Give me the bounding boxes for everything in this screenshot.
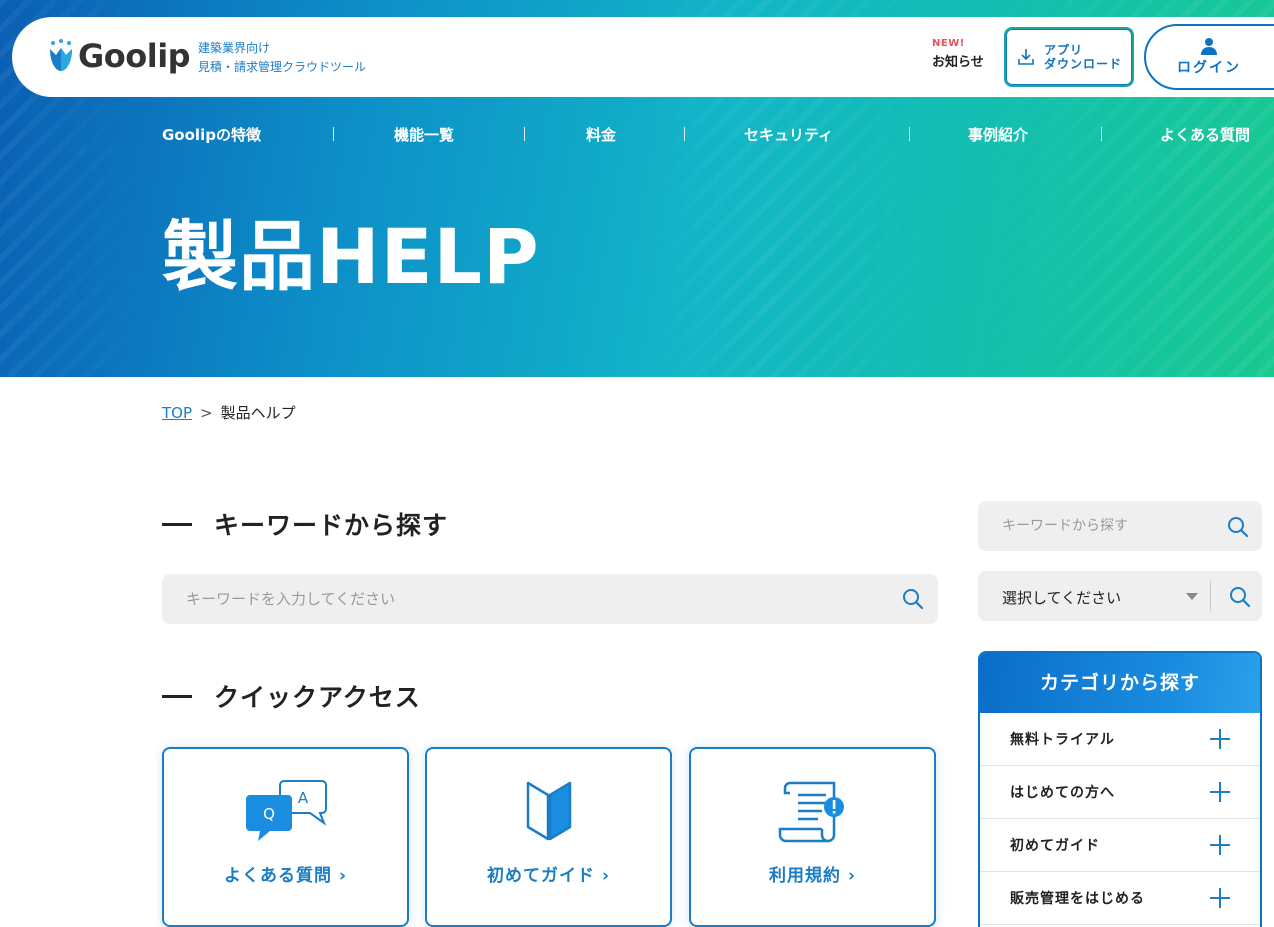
chevron-down-icon	[1186, 593, 1198, 600]
category-select[interactable]: 選択してください	[978, 571, 1262, 621]
select-divider	[1210, 581, 1211, 611]
app-download-line-1: アプリ	[1044, 43, 1084, 57]
question-glyph: Q	[263, 805, 275, 823]
plus-icon[interactable]	[1210, 835, 1230, 855]
category-item-label: 販売管理をはじめる	[1010, 891, 1145, 907]
breadcrumb-top-link[interactable]: TOP	[162, 404, 192, 422]
page-title: 製品HELP	[162, 212, 540, 301]
tagline: 建築業界向け 見積・請求管理クラウドツール	[198, 39, 366, 77]
tulip-logo-icon	[50, 39, 72, 71]
category-item[interactable]: はじめての方へ	[980, 766, 1260, 819]
search-icon[interactable]	[901, 587, 925, 611]
nav-separator	[524, 127, 525, 141]
plus-icon[interactable]	[1210, 782, 1230, 802]
nav-separator	[1101, 127, 1102, 141]
quick-card-guide[interactable]: 初めてガイド ›	[425, 747, 672, 927]
heading-dash	[162, 694, 192, 698]
keyword-search-input[interactable]	[162, 574, 882, 624]
plus-icon[interactable]	[1210, 729, 1230, 749]
category-panel-heading: カテゴリから探す	[980, 653, 1260, 713]
keyword-heading-text: キーワードから探す	[214, 511, 449, 540]
news-label: お知らせ	[932, 55, 984, 70]
tagline-line-2: 見積・請求管理クラウドツール	[198, 60, 367, 74]
qa-bubbles-icon: A Q	[245, 780, 327, 841]
search-icon[interactable]	[1226, 515, 1250, 539]
keyword-section-heading: キーワードから探す	[162, 506, 448, 542]
plus-icon[interactable]	[1210, 888, 1230, 908]
category-item-label: 無料トライアル	[1010, 732, 1115, 748]
category-item[interactable]: 初めてガイド	[980, 819, 1260, 872]
logo-wordmark: Goolip	[78, 37, 191, 75]
login-label: ログイン	[1177, 60, 1241, 76]
login-button[interactable]: ログイン	[1144, 24, 1274, 90]
category-item-label: 初めてガイド	[1010, 838, 1100, 854]
breadcrumb-separator: >	[200, 403, 213, 422]
global-nav: Goolipの特徴 機能一覧 料金 セキュリティ 事例紹介 よくある質問	[162, 124, 1274, 146]
nav-separator	[333, 127, 334, 141]
category-select-value: 選択してください	[1002, 589, 1122, 607]
sidebar-search-box	[978, 501, 1262, 551]
quick-card-terms[interactable]: 利用規約 ›	[689, 747, 936, 927]
nav-item-pricing[interactable]: 料金	[586, 124, 616, 145]
nav-item-security[interactable]: セキュリティ	[744, 124, 833, 145]
beginner-mark-icon	[526, 781, 571, 841]
tagline-line-1: 建築業界向け	[198, 41, 271, 55]
quick-card-guide-label: 初めてガイド ›	[487, 866, 610, 886]
breadcrumb: TOP > 製品ヘルプ	[162, 402, 296, 423]
heading-dash	[162, 522, 192, 526]
app-download-line-2: ダウンロード	[1044, 57, 1123, 71]
site-header: Goolip 建築業界向け 見積・請求管理クラウドツール NEW! お知らせ ア…	[12, 17, 1274, 97]
search-icon[interactable]	[1228, 585, 1252, 609]
nav-separator	[909, 127, 910, 141]
category-panel: カテゴリから探す 無料トライアル はじめての方へ 初めてガイド 販売管理をはじめ…	[978, 651, 1262, 927]
nav-item-faq[interactable]: よくある質問	[1160, 124, 1250, 145]
category-item-label: はじめての方へ	[1010, 785, 1115, 801]
new-badge: NEW!	[932, 38, 965, 49]
breadcrumb-current: 製品ヘルプ	[220, 404, 296, 422]
category-item[interactable]: 販売管理をはじめる	[980, 872, 1260, 925]
quick-card-terms-label: 利用規約 ›	[769, 866, 856, 886]
quick-card-faq-label: よくある質問 ›	[224, 866, 347, 886]
nav-item-functions[interactable]: 機能一覧	[394, 124, 454, 145]
nav-item-cases[interactable]: 事例紹介	[968, 124, 1028, 145]
site-logo[interactable]: Goolip	[48, 37, 191, 75]
nav-separator	[684, 127, 685, 141]
quick-access-heading-text: クイックアクセス	[214, 683, 421, 712]
app-download-button[interactable]: アプリ ダウンロード	[1004, 27, 1134, 87]
keyword-search-box	[162, 574, 938, 624]
user-icon	[1201, 38, 1217, 55]
quick-access-heading: クイックアクセス	[162, 678, 421, 714]
quick-card-faq[interactable]: A Q よくある質問 ›	[162, 747, 409, 927]
nav-item-features[interactable]: Goolipの特徴	[162, 124, 261, 145]
category-item[interactable]: 無料トライアル	[980, 713, 1260, 766]
news-link[interactable]: NEW! お知らせ	[932, 38, 984, 70]
download-icon	[1018, 49, 1034, 65]
sidebar-search-input[interactable]	[978, 501, 1218, 551]
answer-glyph: A	[297, 789, 308, 807]
document-scroll-icon	[778, 781, 844, 843]
